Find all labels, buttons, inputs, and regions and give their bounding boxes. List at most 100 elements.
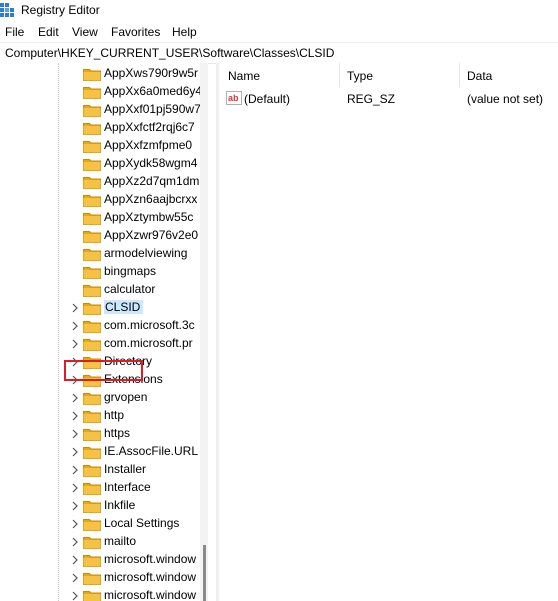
folder-icon [83,231,101,243]
column-header-name[interactable]: Name [219,63,339,87]
folder-icon [83,393,101,405]
menu-edit[interactable]: Edit [38,25,59,39]
tree-item-label: AppXxf01pj590w7 [104,102,201,116]
tree-item[interactable]: CLSID [0,299,200,317]
chevron-right-icon[interactable] [70,410,80,422]
chevron-right-icon[interactable] [70,320,80,332]
tree-item[interactable]: bingmaps [0,263,200,281]
column-header-data[interactable]: Data [460,63,558,87]
chevron-right-icon[interactable] [70,554,80,566]
tree-item-label: AppXx6a0med6y4 [104,84,203,98]
selection-highlight-box [64,360,143,381]
chevron-right-icon[interactable] [70,518,80,530]
tree-item-label: microsoft.window [104,570,197,584]
tree-item[interactable]: com.microsoft.3c [0,317,200,335]
tree-scrollbar-thumb[interactable] [203,545,206,601]
menu-favorites[interactable]: Favorites [111,25,160,39]
chevron-right-icon[interactable] [70,446,80,458]
tree-item[interactable]: Inkfile [0,497,200,515]
folder-icon [83,321,101,333]
tree-item[interactable]: http [0,407,200,425]
folder-icon [83,285,101,297]
tree-item[interactable]: AppXz2d7qm1dm [0,173,200,191]
tree-item-label: CLSID [104,300,144,314]
tree-item-label: AppXxfzmfpme0 [104,138,193,152]
folder-icon [83,555,101,567]
folder-icon [83,141,101,153]
tree-item[interactable]: AppXws790r9w5r [0,65,200,83]
string-value-icon: ab [226,91,242,105]
folder-icon [83,177,101,189]
tree-item[interactable]: https [0,425,200,443]
address-bar[interactable]: Computer\HKEY_CURRENT_USER\Software\Clas… [0,42,558,64]
tree-item-label: com.microsoft.3c [104,318,195,332]
tree-item-label: AppXxfctf2rqj6c7 [104,120,195,134]
chevron-right-icon[interactable] [70,590,80,601]
title-bar: Registry Editor [0,0,558,22]
menu-view[interactable]: View [72,25,98,39]
folder-icon [83,411,101,423]
chevron-right-icon[interactable] [70,536,80,548]
tree-item[interactable]: IE.AssocFile.URL [0,443,200,461]
tree-item-label: AppXzn6aajbcrxx [104,192,198,206]
tree-item[interactable]: AppXxf01pj590w7 [0,101,201,119]
values-list-pane[interactable]: Name Type Data ab (Default) REG_SZ (valu… [219,63,558,601]
value-row[interactable]: ab (Default) REG_SZ (value not set) [219,89,558,109]
chevron-right-icon[interactable] [70,338,80,350]
key-tree-pane[interactable]: AppXws790r9w5r AppXx6a0med6y4 AppXxf01pj59… [0,63,208,601]
chevron-right-icon[interactable] [70,302,80,314]
folder-icon [83,249,101,261]
chevron-right-icon[interactable] [70,428,80,440]
tree-item-label: AppXydk58wgm4 [104,156,198,170]
folder-icon [83,105,101,117]
tree-item[interactable]: microsoft.window [0,551,200,569]
tree-item-label: com.microsoft.pr [104,336,193,350]
tree-item-label: calculator [104,282,156,296]
folder-icon [83,537,101,549]
tree-item[interactable]: mailto [0,533,200,551]
chevron-right-icon[interactable] [70,572,80,584]
tree-item[interactable]: AppXzn6aajbcrxx [0,191,200,209]
tree-item[interactable]: calculator [0,281,200,299]
svg-text:ab: ab [228,93,239,103]
folder-icon [83,123,101,135]
folder-icon [83,195,101,207]
tree-item[interactable]: com.microsoft.pr [0,335,200,353]
chevron-right-icon[interactable] [70,482,80,494]
chevron-right-icon[interactable] [70,464,80,476]
folder-icon [83,87,101,99]
tree-item[interactable]: Local Settings [0,515,200,533]
menu-help[interactable]: Help [172,25,197,39]
tree-item-label: http [104,408,125,422]
menu-bar: File Edit View Favorites Help [0,22,558,42]
tree-item[interactable]: microsoft.window [0,569,200,587]
chevron-right-icon[interactable] [70,500,80,512]
column-name-label: Name [228,69,261,83]
tree-item[interactable]: AppXydk58wgm4 [0,155,200,173]
tree-item-label: AppXzwr976v2e0 [104,228,199,242]
tree-item[interactable]: Interface [0,479,200,497]
folder-icon [83,303,101,315]
tree-item[interactable]: microsoft.window [0,587,200,601]
chevron-right-icon[interactable] [70,392,80,404]
tree-item[interactable]: grvopen [0,389,200,407]
tree-item-label: Installer [104,462,147,476]
folder-icon [83,429,101,441]
column-header-type[interactable]: Type [340,63,460,87]
folder-icon [83,519,101,531]
tree-item[interactable]: AppXx6a0med6y4 [0,83,203,101]
address-path[interactable]: Computer\HKEY_CURRENT_USER\Software\Clas… [5,46,334,60]
tree-item[interactable]: AppXztymbw55c [0,209,200,227]
tree-item[interactable]: AppXxfctf2rqj6c7 [0,119,200,137]
folder-icon [83,339,101,351]
tree-item[interactable]: AppXzwr976v2e0 [0,227,200,245]
tree-item[interactable]: armodelviewing [0,245,200,263]
tree-item[interactable]: AppXxfzmfpme0 [0,137,200,155]
value-type: REG_SZ [347,92,396,106]
menu-file[interactable]: File [5,25,24,39]
tree-scrollbar[interactable] [200,63,208,601]
column-data-label: Data [467,69,493,83]
tree-item-label: Inkfile [104,498,136,512]
folder-icon [83,483,101,495]
tree-item[interactable]: Installer [0,461,200,479]
